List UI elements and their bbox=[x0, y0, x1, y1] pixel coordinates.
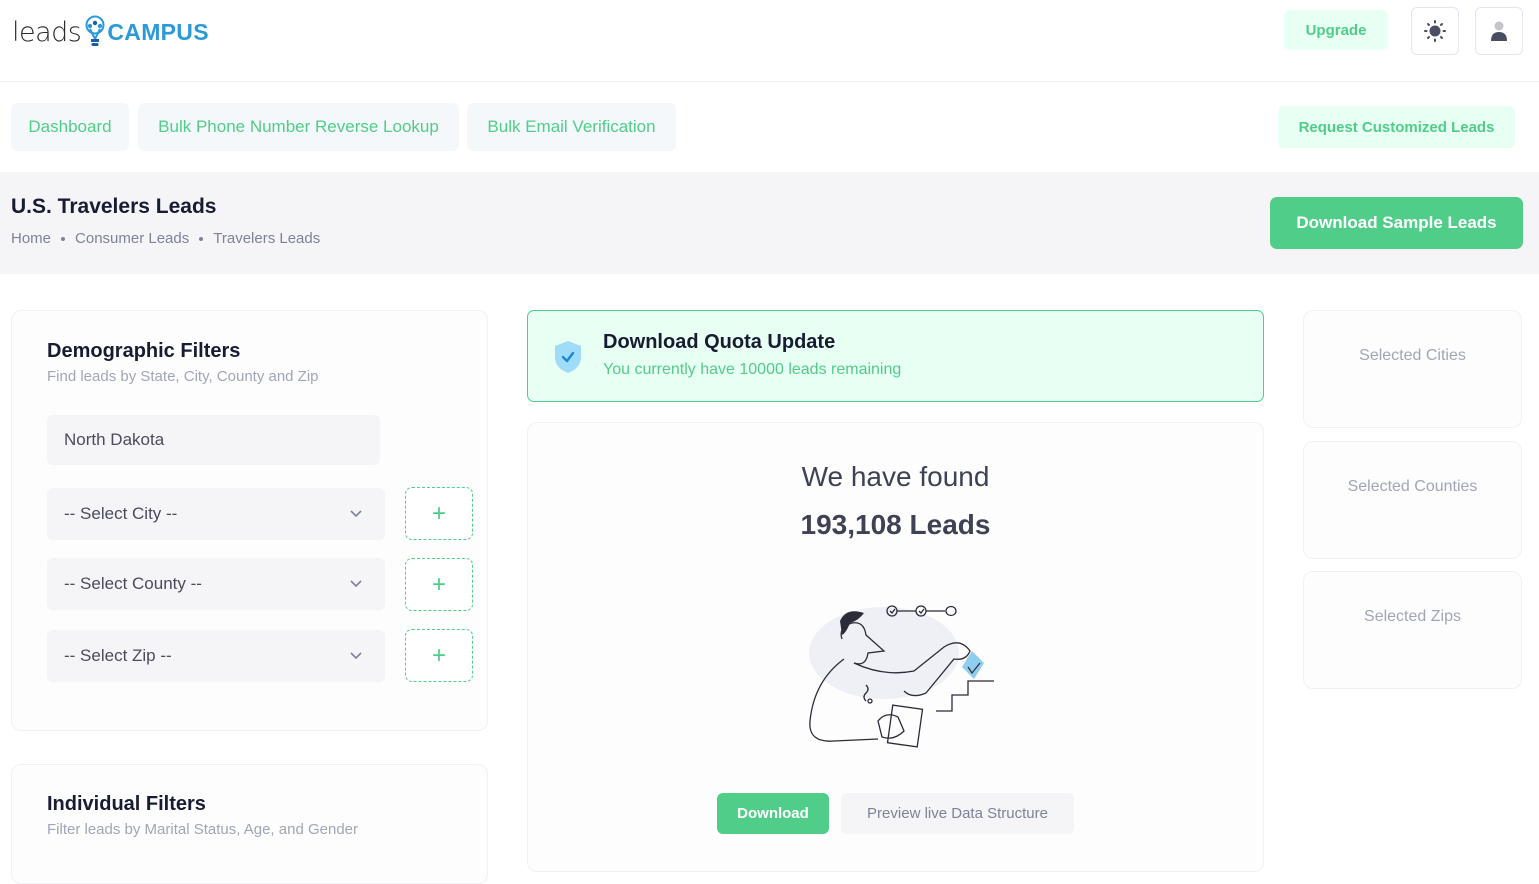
nav-bulk-phone-lookup[interactable]: Bulk Phone Number Reverse Lookup bbox=[138, 103, 459, 151]
selected-zips-card: Selected Zips bbox=[1303, 571, 1522, 689]
breadcrumb-consumer-leads[interactable]: Consumer Leads bbox=[75, 230, 189, 247]
upgrade-button[interactable]: Upgrade bbox=[1284, 10, 1388, 50]
download-sample-leads-button[interactable]: Download Sample Leads bbox=[1270, 197, 1523, 249]
request-customized-leads-button[interactable]: Request Customized Leads bbox=[1278, 106, 1515, 148]
city-select[interactable]: -- Select City -- bbox=[47, 488, 385, 540]
individual-filters-card: Individual Filters Filter leads by Marit… bbox=[11, 764, 488, 884]
download-quota-alert: Download Quota Update You currently have… bbox=[527, 310, 1264, 402]
chevron-down-icon bbox=[350, 510, 362, 518]
logo-text-campus: CAMPUS bbox=[107, 18, 209, 45]
breadcrumb-home[interactable]: Home bbox=[11, 230, 51, 247]
zip-select-value: -- Select Zip -- bbox=[64, 646, 172, 665]
shield-check-icon bbox=[555, 341, 581, 373]
zip-select[interactable]: -- Select Zip -- bbox=[47, 630, 385, 682]
leads-count: 193,108 Leads bbox=[800, 509, 991, 540]
download-button[interactable]: Download bbox=[717, 793, 829, 834]
add-city-button[interactable]: + bbox=[405, 487, 473, 540]
nav-bulk-email-verification[interactable]: Bulk Email Verification bbox=[467, 103, 676, 151]
selected-zips-label: Selected Zips bbox=[1364, 608, 1461, 625]
individual-filters-subtitle: Filter leads by Marital Status, Age, and… bbox=[47, 821, 358, 838]
page-toolbar: U.S. Travelers Leads Home Consumer Leads… bbox=[0, 172, 1539, 274]
top-header: leads CAMPUS Upgrade bbox=[0, 0, 1539, 82]
breadcrumb-separator bbox=[199, 236, 204, 241]
individual-filters-title: Individual Filters bbox=[47, 793, 206, 815]
found-label: We have found bbox=[801, 461, 990, 492]
add-county-button[interactable]: + bbox=[405, 558, 473, 611]
person-climbing-stairs-illustration bbox=[809, 605, 994, 748]
page-title: U.S. Travelers Leads bbox=[11, 195, 217, 218]
main-nav: Dashboard Bulk Phone Number Reverse Look… bbox=[0, 82, 1539, 172]
selected-counties-card: Selected Counties bbox=[1303, 441, 1522, 559]
lightbulb-icon bbox=[85, 15, 105, 46]
logo-text-leads: leads bbox=[12, 16, 82, 48]
user-icon bbox=[1491, 21, 1507, 41]
selected-cities-card: Selected Cities bbox=[1303, 310, 1522, 428]
selected-counties-label: Selected Counties bbox=[1347, 478, 1478, 495]
add-zip-button[interactable]: + bbox=[405, 629, 473, 682]
leadscampus-logo[interactable]: leads CAMPUS bbox=[12, 14, 209, 50]
demographic-filters-card: Demographic Filters Find leads by State,… bbox=[11, 310, 488, 731]
quota-title: Download Quota Update bbox=[603, 331, 836, 353]
nav-dashboard[interactable]: Dashboard bbox=[11, 103, 129, 151]
selected-cities-label: Selected Cities bbox=[1359, 347, 1466, 364]
chevron-down-icon bbox=[350, 652, 362, 660]
user-menu-button[interactable] bbox=[1475, 7, 1523, 55]
preview-data-structure-button[interactable]: Preview live Data Structure bbox=[841, 793, 1074, 834]
city-select-value: -- Select City -- bbox=[64, 504, 178, 523]
theme-toggle-button[interactable] bbox=[1411, 7, 1459, 55]
quota-message: You currently have 10000 leads remaining bbox=[603, 361, 902, 378]
breadcrumb-current: Travelers Leads bbox=[213, 230, 321, 247]
breadcrumb: Home Consumer Leads Travelers Leads bbox=[11, 230, 320, 247]
county-select[interactable]: -- Select County -- bbox=[47, 558, 385, 610]
results-card: We have found 193,108 Leads Download Pre… bbox=[527, 422, 1264, 872]
chevron-down-icon bbox=[350, 580, 362, 588]
sun-icon bbox=[1424, 20, 1446, 42]
demographic-filters-title: Demographic Filters bbox=[47, 340, 241, 362]
demographic-filters-subtitle: Find leads by State, City, County and Zi… bbox=[47, 368, 319, 385]
state-select[interactable]: North Dakota bbox=[47, 415, 380, 465]
breadcrumb-separator bbox=[61, 236, 66, 241]
county-select-value: -- Select County -- bbox=[64, 574, 202, 593]
